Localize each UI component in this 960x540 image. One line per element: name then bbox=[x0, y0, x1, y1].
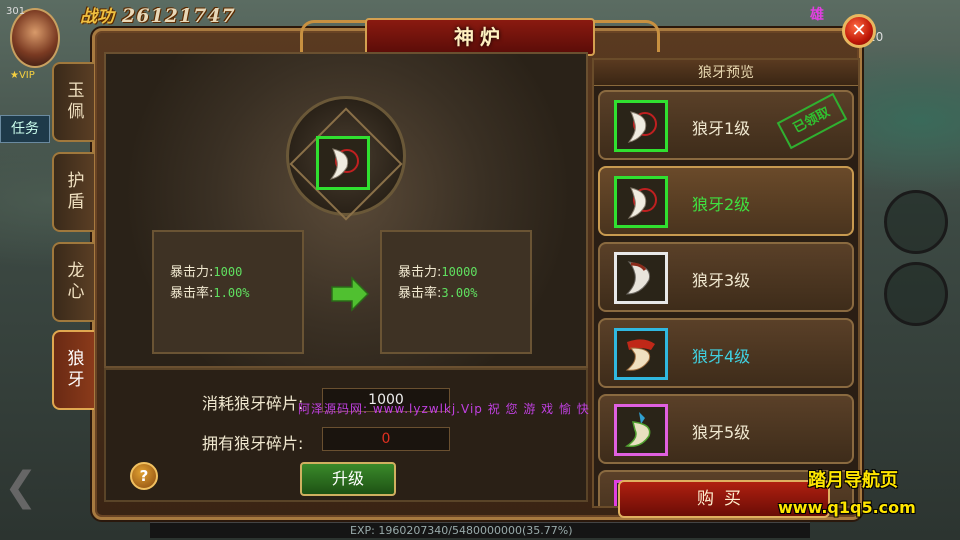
site-watermark: 踏月导航页 www.q1q5.com bbox=[778, 466, 916, 517]
site-watermark-name: 踏月导航页 bbox=[808, 470, 898, 491]
battle-power-label: 战功 bbox=[80, 7, 114, 27]
item-label: 狼牙1级 bbox=[692, 119, 751, 138]
owned-fragments-label: 拥有狼牙碎片: bbox=[202, 434, 304, 453]
item-icon-frame bbox=[614, 328, 668, 380]
tab-wolf-fang[interactable]: 狼牙 bbox=[52, 330, 94, 410]
item-label: 狼牙2级 bbox=[692, 195, 751, 214]
battle-power: 战功 26121747 bbox=[80, 2, 236, 27]
overlay-watermark-text: 阿泽源码网: www.lyzwlkj.Vip 祝 您 游 戏 愉 快 bbox=[298, 402, 590, 416]
title-ornament-left bbox=[300, 20, 370, 52]
crit-power-label: 暴击力: bbox=[170, 265, 214, 280]
item-icon-frame bbox=[614, 100, 668, 152]
player-avatar[interactable] bbox=[10, 8, 60, 68]
fang-preview-panel: 狼牙预览 狼牙1级 已领取 狼牙2级 狼牙3级 狼牙4级 狼牙5级 bbox=[592, 58, 860, 508]
owned-fragments-value: 0 bbox=[322, 427, 450, 451]
wolf-fang-icon bbox=[625, 339, 655, 371]
item-icon-frame bbox=[614, 404, 668, 456]
wolf-fang-icon bbox=[329, 148, 359, 180]
tab-label: 护盾 bbox=[63, 171, 84, 213]
battle-power-value: 26121747 bbox=[122, 5, 236, 27]
wolf-fang-icon bbox=[627, 111, 657, 143]
item-label: 狼牙4级 bbox=[692, 347, 751, 366]
preview-item-level-1[interactable]: 狼牙1级 已领取 bbox=[598, 90, 854, 160]
tab-label: 玉佩 bbox=[63, 81, 84, 123]
wolf-fang-icon bbox=[625, 261, 651, 295]
chevron-left-icon[interactable]: ❮ bbox=[4, 462, 38, 512]
title-ornament-right bbox=[590, 20, 660, 52]
site-watermark-url: www.q1q5.com bbox=[778, 498, 916, 517]
consume-fragments-label: 消耗狼牙碎片: bbox=[202, 394, 304, 413]
crit-rate-value: 1.00% bbox=[213, 286, 250, 300]
exp-bar: EXP: 1960207340/5480000000(35.77%) bbox=[150, 522, 810, 538]
crit-power-value: 10000 bbox=[441, 265, 478, 279]
crit-power-label: 暴击力: bbox=[398, 265, 442, 280]
tab-label: 龙心 bbox=[63, 261, 84, 303]
item-icon-frame bbox=[614, 252, 668, 304]
claimed-stamp: 已领取 bbox=[776, 92, 848, 150]
preview-item-level-4[interactable]: 狼牙4级 bbox=[598, 318, 854, 388]
upgrade-button[interactable]: 升级 bbox=[300, 462, 396, 496]
tab-jade[interactable]: 玉佩 bbox=[52, 62, 94, 142]
next-stats-box: 暴击力:10000 暴击率:3.00% bbox=[380, 230, 532, 354]
crit-rate-label: 暴击率: bbox=[398, 286, 442, 301]
item-label: 狼牙5级 bbox=[692, 423, 751, 442]
current-item-slot[interactable] bbox=[316, 136, 370, 190]
preview-item-level-2[interactable]: 狼牙2级 bbox=[598, 166, 854, 236]
vip-badge[interactable]: ★VIP bbox=[10, 70, 35, 81]
crit-rate-label: 暴击率: bbox=[170, 286, 214, 301]
level-badge: 301 bbox=[6, 6, 26, 17]
skill-slot[interactable] bbox=[884, 262, 948, 326]
wolf-fang-icon bbox=[627, 187, 657, 219]
task-tab[interactable]: 任务 bbox=[0, 115, 50, 143]
tab-shield[interactable]: 护盾 bbox=[52, 152, 94, 232]
preview-title: 狼牙预览 bbox=[594, 60, 858, 86]
help-button[interactable]: ? bbox=[130, 462, 158, 490]
arrow-right-icon bbox=[331, 276, 370, 312]
preview-item-level-5[interactable]: 狼牙5级 bbox=[598, 394, 854, 464]
close-button[interactable]: ✕ bbox=[842, 14, 876, 48]
player-name: 雄 bbox=[810, 7, 824, 23]
vip-label: VIP bbox=[18, 70, 35, 81]
preview-item-level-3[interactable]: 狼牙3级 bbox=[598, 242, 854, 312]
crit-rate-value: 3.00% bbox=[441, 286, 478, 300]
current-stats-box: 暴击力:1000 暴击率:1.00% bbox=[152, 230, 304, 354]
tab-label: 狼牙 bbox=[63, 349, 84, 391]
skill-slot[interactable] bbox=[884, 190, 948, 254]
tab-dragon-heart[interactable]: 龙心 bbox=[52, 242, 94, 322]
item-icon-frame bbox=[614, 176, 668, 228]
crit-power-value: 1000 bbox=[213, 265, 243, 279]
item-label: 狼牙3级 bbox=[692, 271, 751, 290]
wolf-fang-icon bbox=[624, 412, 651, 448]
window-title: 神炉 bbox=[365, 18, 595, 56]
